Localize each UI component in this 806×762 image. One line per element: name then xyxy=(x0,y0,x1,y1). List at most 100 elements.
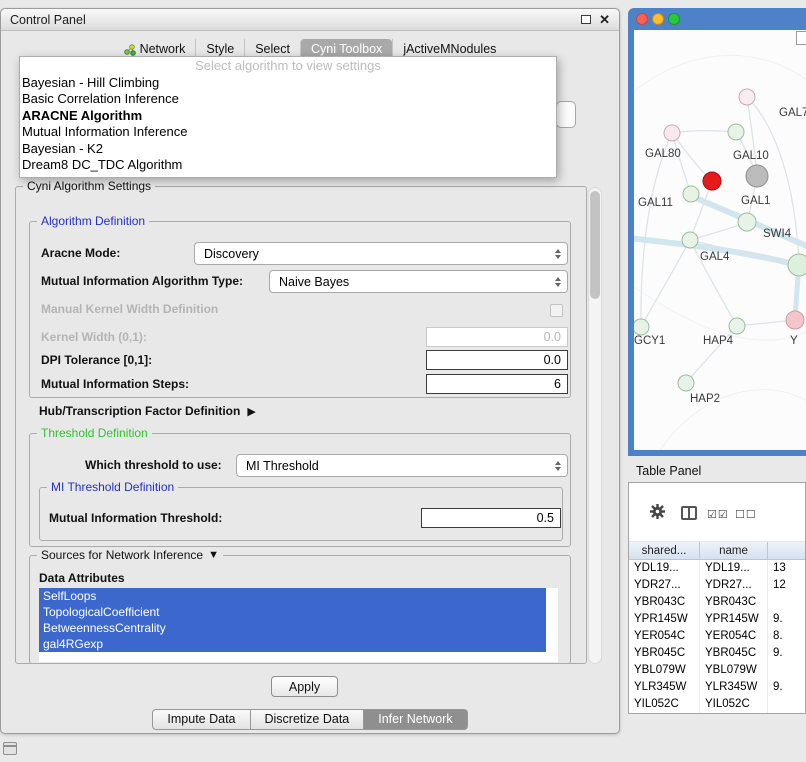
node-hap2[interactable] xyxy=(678,375,694,391)
column-header-name[interactable]: name xyxy=(700,542,768,559)
tab-label: Style xyxy=(206,42,234,57)
menu-item-mutual-information-inference[interactable]: Mutual Information Inference xyxy=(20,124,556,141)
data-attributes-list[interactable]: SelfLoopsTopologicalCoefficientBetweenne… xyxy=(39,588,558,662)
menu-item-basic-correlation-inference[interactable]: Basic Correlation Inference xyxy=(20,91,556,108)
table-cell: 9. xyxy=(768,611,805,628)
which-threshold-value: MI Threshold xyxy=(246,459,319,473)
aracne-mode-label: Aracne Mode: xyxy=(41,246,120,260)
table-panel: ☑☑ ☐☐ shared...name YDL19...YDL19...13YD… xyxy=(628,482,806,714)
node-green-mid[interactable] xyxy=(728,124,744,140)
node-gal80[interactable] xyxy=(664,125,680,141)
traffic-close-button[interactable] xyxy=(636,13,648,25)
table-row[interactable]: YPR145WYPR145W9. xyxy=(629,611,805,628)
table-cell: 9. xyxy=(768,679,805,696)
mi-type-select[interactable]: Naive Bayes xyxy=(269,270,568,293)
menu-item-bayesian-hill-climbing[interactable]: Bayesian - Hill Climbing xyxy=(20,75,556,92)
table-toolbar: ☑☑ ☐☐ xyxy=(629,483,805,541)
apply-button[interactable]: Apply xyxy=(271,676,338,697)
mi-threshold-field[interactable]: 0.5 xyxy=(421,508,561,528)
table-cell: YPR145W xyxy=(629,611,700,628)
combo-arrows-icon xyxy=(555,461,561,471)
dpi-tolerance-label: DPI Tolerance [0,1]: xyxy=(41,353,152,367)
table-row[interactable]: YIL052CYIL052C xyxy=(629,696,805,713)
node-hap4[interactable] xyxy=(729,318,745,334)
table-cell xyxy=(768,662,805,679)
network-edge xyxy=(641,240,690,327)
node-green-right[interactable] xyxy=(788,254,806,276)
menu-item-aracne-algorithm[interactable]: ARACNE Algorithm xyxy=(20,108,556,125)
table-cell: YIL052C xyxy=(700,696,768,713)
float-window-icon[interactable] xyxy=(581,15,591,24)
sources-group-title[interactable]: Sources for Network Inference ▼ xyxy=(37,548,223,562)
control-panel-title: Control Panel xyxy=(10,13,86,27)
table-row[interactable]: YBL079WYBL079W xyxy=(629,662,805,679)
aracne-mode-value: Discovery xyxy=(204,247,259,261)
menu-item-dream8-dc-tdc-algorithm[interactable]: Dream8 DC_TDC Algorithm xyxy=(20,157,556,174)
deselect-all-columns-icon[interactable]: ☐☐ xyxy=(735,508,757,521)
collapsed-panel-icon[interactable] xyxy=(3,742,17,755)
table-cell: YDR27... xyxy=(629,577,700,594)
network-graph xyxy=(634,30,806,450)
network-edge xyxy=(672,133,691,194)
node-gal10[interactable] xyxy=(746,165,768,187)
birdseye-toggle-icon[interactable] xyxy=(796,31,806,45)
table-row[interactable]: YDL19...YDL19...13 xyxy=(629,560,805,577)
traffic-minimize-button[interactable] xyxy=(652,13,664,25)
node-pink-right[interactable] xyxy=(786,311,804,329)
control-panel-titlebar: Control Panel ✕ xyxy=(1,9,619,31)
table-cell: 9. xyxy=(768,645,805,662)
table-cell: YBR045C xyxy=(700,645,768,662)
data-attributes-label: Data Attributes xyxy=(39,571,125,585)
manual-kernel-checkbox[interactable] xyxy=(550,304,563,317)
menu-item-bayesian-k2[interactable]: Bayesian - K2 xyxy=(20,141,556,158)
select-all-columns-icon[interactable]: ☑☑ xyxy=(707,508,729,521)
algorithm-definition-title: Algorithm Definition xyxy=(37,214,149,228)
network-edge xyxy=(672,131,736,133)
table-row[interactable]: YBR043CYBR043C xyxy=(629,594,805,611)
attribute-item-gal4rgexp[interactable]: gal4RGexp xyxy=(39,636,546,652)
dpi-tolerance-field[interactable]: 0.0 xyxy=(426,350,568,370)
table-row[interactable]: YER054CYER054C8. xyxy=(629,628,805,645)
network-tab-icon xyxy=(124,44,136,56)
table-cell: 13 xyxy=(768,560,805,577)
table-cell xyxy=(768,696,805,713)
bottom-tab-impute-data[interactable]: Impute Data xyxy=(152,709,250,730)
table-row[interactable]: YLR345WYLR345W9. xyxy=(629,679,805,696)
settings-gear-icon[interactable] xyxy=(649,503,666,520)
table-cell: YER054C xyxy=(629,628,700,645)
column-header-shared[interactable]: shared... xyxy=(629,542,700,559)
control-panel-window: Control Panel ✕ NetworkStyleSelectCyni T… xyxy=(0,8,620,734)
hub-definition-section[interactable]: Hub/Transcription Factor Definition ▶ xyxy=(39,404,256,418)
algorithm-combo-edge[interactable] xyxy=(556,101,576,128)
table-cell: YLR345W xyxy=(629,679,700,696)
mi-steps-field[interactable]: 6 xyxy=(426,374,568,394)
table-row[interactable]: YDR27...YDR27...12 xyxy=(629,577,805,594)
close-panel-icon[interactable]: ✕ xyxy=(599,13,610,26)
kernel-width-field[interactable]: 0.0 xyxy=(426,327,568,347)
aracne-mode-select[interactable]: Discovery xyxy=(194,242,568,265)
table-cell: YBR043C xyxy=(629,594,700,611)
bottom-tab-infer-network[interactable]: Infer Network xyxy=(364,709,467,730)
node-green-left[interactable] xyxy=(634,319,649,335)
settings-scrollbar[interactable] xyxy=(588,187,602,664)
show-columns-icon[interactable] xyxy=(681,506,697,520)
column-header-col2[interactable] xyxy=(768,542,805,559)
node-pink-top[interactable] xyxy=(739,89,755,105)
node-red[interactable] xyxy=(703,172,721,190)
mi-type-value: Naive Bayes xyxy=(279,275,349,289)
node-gal1[interactable] xyxy=(738,213,756,231)
node-gal4[interactable] xyxy=(682,232,698,248)
scrollbar-thumb[interactable] xyxy=(590,191,600,299)
settings-group-title: Cyni Algorithm Settings xyxy=(23,179,155,193)
which-threshold-select[interactable]: MI Threshold xyxy=(236,454,568,477)
attribute-item-selfloops[interactable]: SelfLoops xyxy=(39,588,546,604)
bottom-tab-discretize-data[interactable]: Discretize Data xyxy=(251,709,365,730)
table-row[interactable]: YBR045CYBR045C9. xyxy=(629,645,805,662)
traffic-zoom-button[interactable] xyxy=(668,13,680,25)
table-cell: YDL19... xyxy=(629,560,700,577)
network-canvas[interactable]: GAL7GAL80GAL10GAL11GAL1SWI4GAL4GCY1HAP4Y… xyxy=(634,30,806,450)
attribute-item-topologicalcoefficient[interactable]: TopologicalCoefficient xyxy=(39,604,546,620)
attribute-item-betweennesscentrality[interactable]: BetweennessCentrality xyxy=(39,620,546,636)
node-gal11[interactable] xyxy=(683,186,699,202)
combo-arrows-icon xyxy=(555,249,561,259)
